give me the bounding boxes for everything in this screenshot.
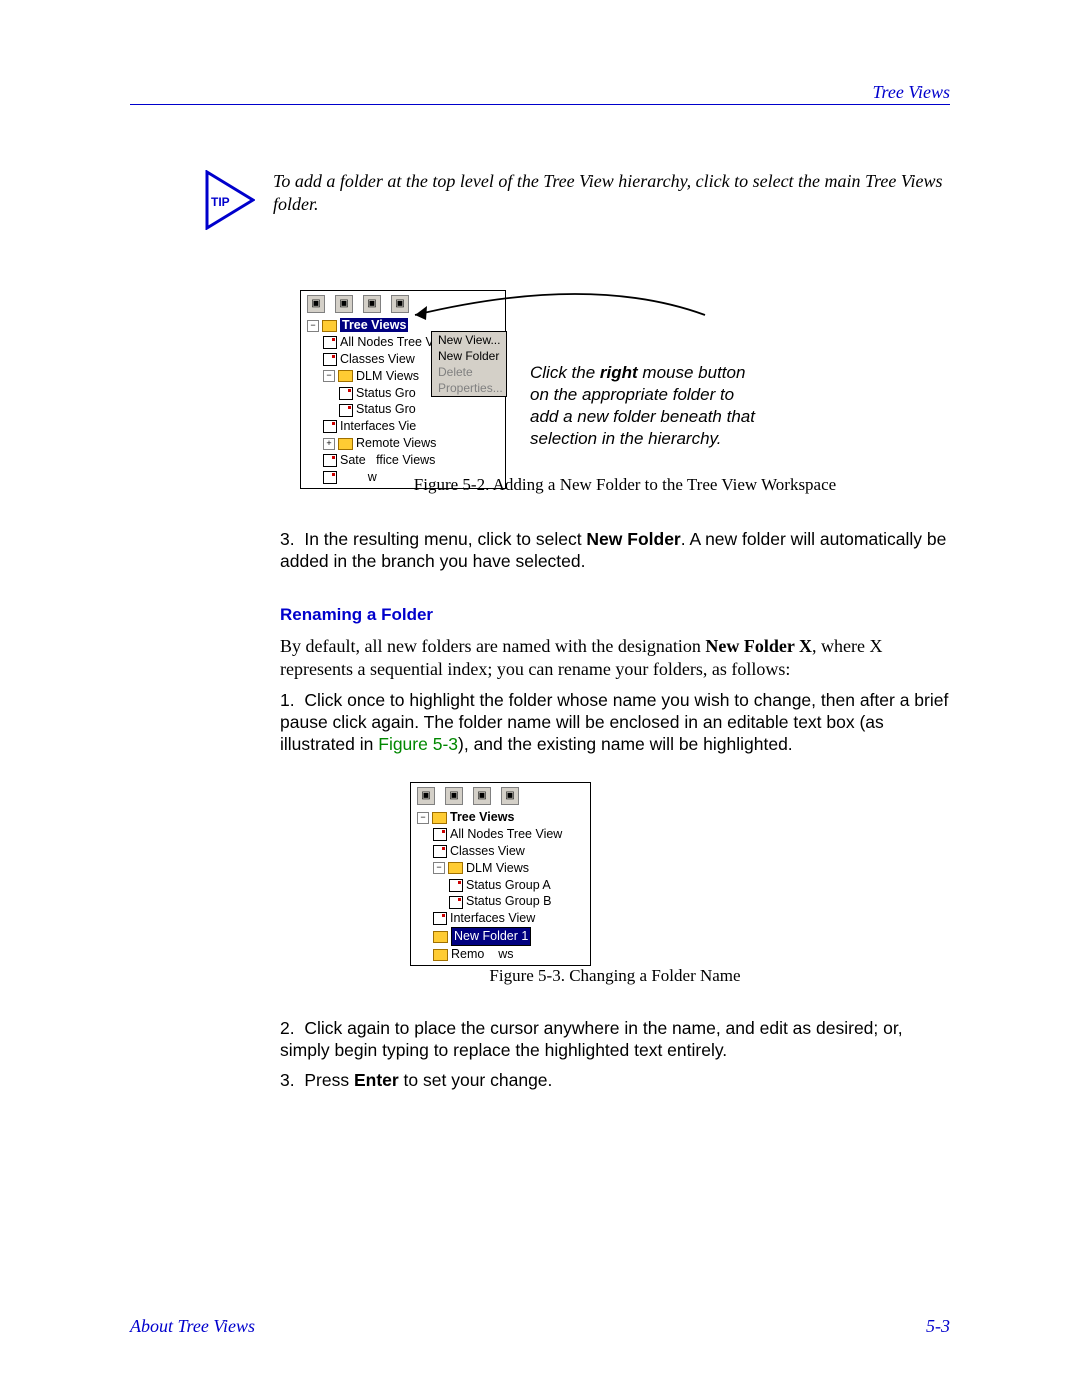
tree-folder[interactable]: Remote Views bbox=[356, 436, 436, 450]
toolbar: ▣ ▣ ▣ ▣ bbox=[413, 785, 588, 809]
tree-item-fragment: ffice Views bbox=[376, 453, 435, 467]
view-icon bbox=[433, 828, 447, 841]
collapse-icon[interactable]: − bbox=[307, 320, 319, 332]
figure-5-3: ▣ ▣ ▣ ▣ − Tree Views All Nodes Tree View … bbox=[410, 782, 591, 966]
header-rule bbox=[130, 104, 950, 105]
view-icon bbox=[323, 420, 337, 433]
view-icon bbox=[339, 404, 353, 417]
folder-icon bbox=[338, 438, 353, 450]
toolbar-button[interactable]: ▣ bbox=[417, 787, 435, 805]
figure-reference-link[interactable]: Figure 5-3 bbox=[378, 734, 458, 754]
tree-item[interactable]: Interfaces View bbox=[450, 911, 535, 925]
paragraph-renaming: By default, all new folders are named wi… bbox=[280, 635, 950, 680]
view-icon bbox=[449, 879, 463, 892]
header-section-title: Tree Views bbox=[873, 82, 951, 103]
tree-item[interactable]: Classes View bbox=[450, 844, 525, 858]
folder-icon bbox=[432, 812, 447, 824]
toolbar-button[interactable]: ▣ bbox=[307, 295, 325, 313]
tree-item[interactable]: Interfaces Vie bbox=[340, 419, 416, 433]
rename-step-2: 2. Click again to place the cursor anywh… bbox=[280, 1018, 950, 1062]
figure-callout: Click the right mouse button on the appr… bbox=[530, 362, 760, 450]
tip-label: TIP bbox=[211, 195, 230, 209]
tree-item[interactable]: Status Gro bbox=[356, 386, 416, 400]
figure-caption: Figure 5-2. Adding a New Folder to the T… bbox=[300, 475, 950, 495]
tree-item[interactable]: Status Group A bbox=[466, 878, 551, 892]
tree-item-fragment: ws bbox=[498, 947, 513, 961]
page: Tree Views TIP To add a folder at the to… bbox=[0, 0, 1080, 1397]
tip-text: To add a folder at the top level of the … bbox=[273, 170, 950, 215]
menu-item-delete: Delete bbox=[432, 364, 506, 380]
tree-folder[interactable]: DLM Views bbox=[356, 369, 419, 383]
step-3: 3. In the resulting menu, click to selec… bbox=[280, 529, 950, 573]
folder-icon bbox=[433, 949, 448, 961]
tree-item[interactable]: Status Gro bbox=[356, 402, 416, 416]
menu-item-new-folder[interactable]: New Folder bbox=[432, 348, 506, 364]
toolbar-button[interactable]: ▣ bbox=[363, 295, 381, 313]
toolbar-button[interactable]: ▣ bbox=[445, 787, 463, 805]
tree-item[interactable]: Status Group B bbox=[466, 894, 551, 908]
figure-caption: Figure 5-3. Changing a Folder Name bbox=[280, 966, 950, 986]
rename-step-3: 3. Press Enter to set your change. bbox=[280, 1070, 950, 1091]
folder-rename-input[interactable]: New Folder 1 bbox=[451, 927, 531, 946]
collapse-icon[interactable]: − bbox=[323, 370, 335, 382]
toolbar-button[interactable]: ▣ bbox=[473, 787, 491, 805]
tree-folder[interactable]: DLM Views bbox=[466, 861, 529, 875]
tree-view[interactable]: − Tree Views All Nodes Tree View Classes … bbox=[413, 809, 588, 963]
toolbar-button[interactable]: ▣ bbox=[391, 295, 409, 313]
tip-block: TIP To add a folder at the top level of … bbox=[205, 170, 950, 230]
heading-renaming: Renaming a Folder bbox=[280, 605, 433, 625]
figure-5-2: ▣ ▣ ▣ ▣ −Tree Views All Nodes Tree View … bbox=[300, 290, 506, 489]
collapse-icon[interactable]: − bbox=[433, 862, 445, 874]
folder-icon bbox=[448, 862, 463, 874]
toolbar-button[interactable]: ▣ bbox=[501, 787, 519, 805]
toolbar: ▣ ▣ ▣ ▣ bbox=[303, 293, 503, 317]
folder-icon bbox=[322, 320, 337, 332]
view-icon bbox=[323, 454, 337, 467]
toolbar-button[interactable]: ▣ bbox=[335, 295, 353, 313]
folder-icon bbox=[433, 931, 448, 943]
rename-step-1: 1. Click once to highlight the folder wh… bbox=[280, 690, 950, 756]
page-number: 5-3 bbox=[926, 1316, 950, 1337]
tree-item[interactable]: All Nodes Tree View bbox=[450, 827, 562, 841]
view-icon bbox=[433, 912, 447, 925]
collapse-icon[interactable]: − bbox=[417, 812, 429, 824]
menu-item-properties: Properties... bbox=[432, 380, 506, 396]
folder-icon bbox=[338, 370, 353, 382]
view-icon bbox=[323, 353, 337, 366]
footer-section: About Tree Views bbox=[130, 1316, 255, 1337]
view-icon bbox=[449, 896, 463, 909]
tip-icon: TIP bbox=[205, 170, 255, 230]
tree-item[interactable]: Classes View bbox=[340, 352, 415, 366]
view-icon bbox=[433, 845, 447, 858]
tree-item-fragment: Remo bbox=[451, 947, 484, 961]
tree-panel: ▣ ▣ ▣ ▣ − Tree Views All Nodes Tree View … bbox=[410, 782, 591, 966]
tree-root[interactable]: Tree Views bbox=[340, 318, 408, 332]
view-icon bbox=[323, 336, 337, 349]
view-icon bbox=[339, 387, 353, 400]
tree-root[interactable]: Tree Views bbox=[450, 810, 514, 824]
context-menu: New View... New Folder Delete Properties… bbox=[431, 331, 507, 397]
menu-item-new-view[interactable]: New View... bbox=[432, 332, 506, 348]
expand-icon[interactable]: + bbox=[323, 438, 335, 450]
tree-item[interactable]: Sate bbox=[340, 453, 366, 467]
